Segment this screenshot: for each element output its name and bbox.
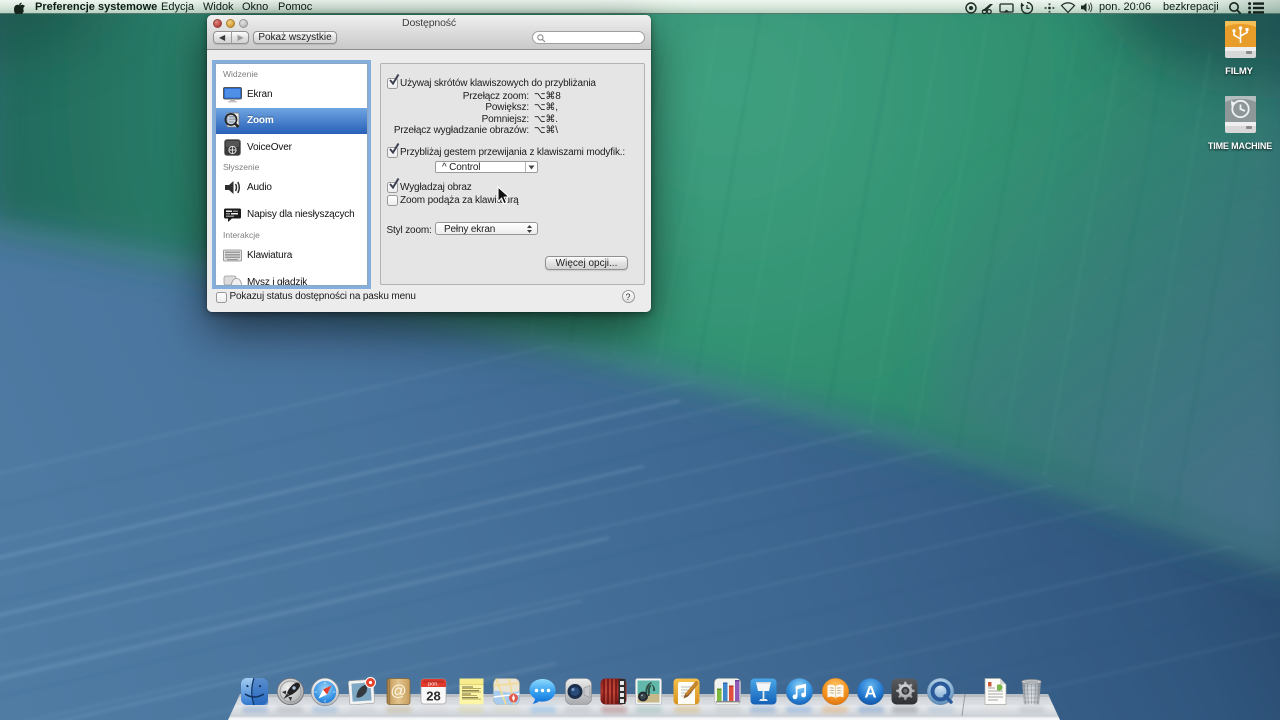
svg-text:@: @ <box>390 683 406 700</box>
svg-text:28: 28 <box>426 689 440 704</box>
svg-text:A: A <box>864 683 876 702</box>
svg-text:pon.: pon. <box>428 682 439 688</box>
